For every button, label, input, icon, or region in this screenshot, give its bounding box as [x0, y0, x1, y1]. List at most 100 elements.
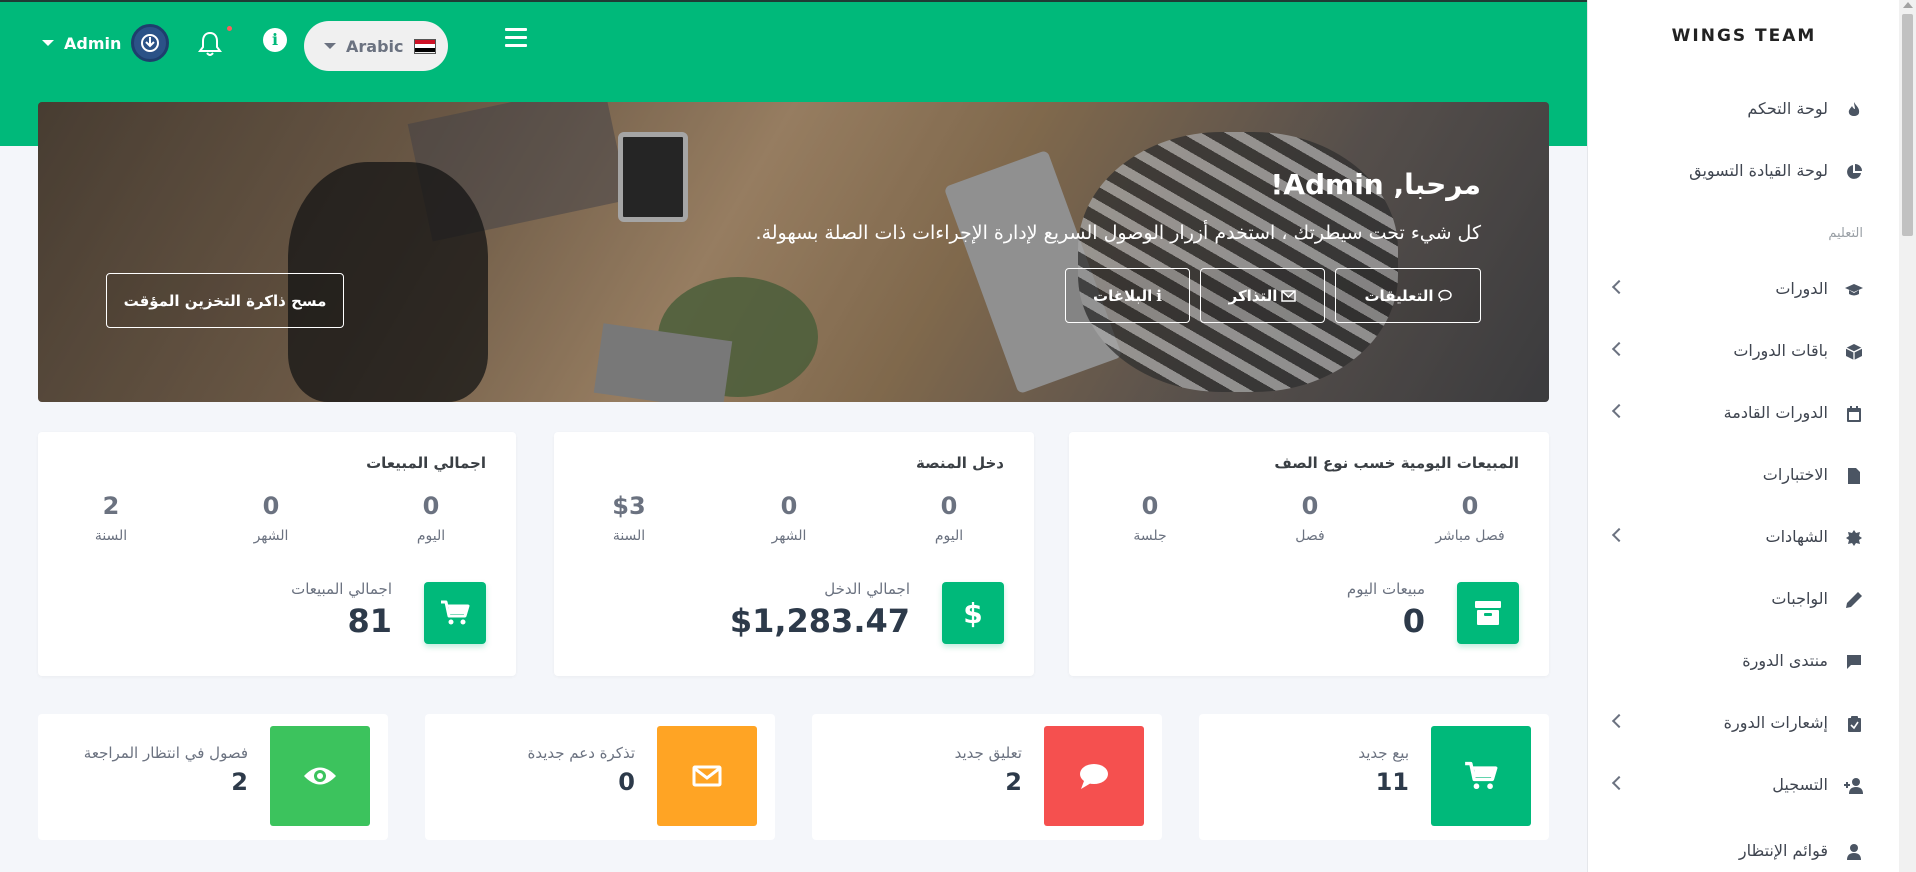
card-value: 0: [618, 768, 635, 796]
notification-dot: [227, 26, 232, 31]
stat-today: 0 اليوم: [934, 492, 964, 544]
card-value: 11: [1375, 768, 1409, 796]
today-sales-label: مبيعات اليوم: [1346, 580, 1425, 598]
pending-review-card[interactable]: فصول في انتظار المراجعة 2: [38, 714, 388, 840]
language-selector[interactable]: Arabic: [304, 21, 448, 71]
card-label: بيع جديد: [1358, 744, 1409, 762]
tickets-button[interactable]: التذاكر: [1200, 268, 1325, 323]
comment-icon: [1080, 764, 1108, 789]
card-value: 2: [231, 768, 248, 796]
sidebar-item-course-bundles[interactable]: باقات الدورات: [1588, 332, 1900, 372]
badge-icon: [1844, 528, 1864, 548]
stat-live-class: 0 فصل مباشر: [1435, 492, 1505, 544]
cart-icon: [1465, 761, 1498, 790]
cart-icon: [441, 600, 470, 625]
chevron-left-icon: [1611, 279, 1627, 295]
welcome-banner: مرحبا, Admin! كل شيء تحت سيطرتك ، استخدم…: [38, 102, 1549, 402]
archive-icon: [1475, 601, 1501, 625]
scrollbar-thumb[interactable]: [1902, 14, 1913, 236]
total-sales-label: اجمالي المبيعات: [291, 580, 392, 598]
stat-class: 0 فصل: [1295, 492, 1325, 544]
brand-title: WINGS TEAM: [1671, 26, 1817, 46]
stat-session: 0 جلسة: [1133, 492, 1167, 544]
top-navbar: Admin i Arabic: [0, 0, 1587, 100]
reports-button[interactable]: i البلاغات: [1065, 268, 1190, 323]
welcome-subtitle: كل شيء تحت سيطرتك ، استخدم أزرار الوصول …: [755, 222, 1481, 244]
cart-icon-box: [1431, 726, 1531, 826]
total-income-value: $1,283.47: [729, 602, 910, 640]
bell-icon: [198, 31, 222, 56]
card-value: 2: [1005, 768, 1022, 796]
comments-button[interactable]: التعليقات: [1335, 268, 1481, 323]
comment-icon-box: [1044, 726, 1144, 826]
pie-chart-icon: [1844, 162, 1864, 182]
dollar-icon-box: $: [942, 582, 1004, 644]
sidebar-item-certificates[interactable]: الشهادات: [1588, 518, 1900, 558]
chevron-down-icon: [324, 43, 336, 49]
envelope-icon-box: [657, 726, 757, 826]
envelope-icon: [1281, 289, 1297, 302]
chevron-down-icon: [42, 40, 54, 46]
platform-income-card: دخل المنصة 0 اليوم 0 الشهر $3 السنة $ اج…: [554, 432, 1034, 676]
chevron-left-icon: [1611, 713, 1627, 729]
box-icon: [1844, 342, 1864, 362]
sidebar-item-marketing-dashboard[interactable]: لوحة القيادة التسويق: [1588, 152, 1900, 192]
envelope-icon: [692, 765, 722, 787]
sidebar-item-enrollment[interactable]: التسجيل: [1588, 766, 1900, 806]
comment-icon: [1437, 289, 1452, 302]
chat-icon: [1844, 652, 1864, 672]
chevron-left-icon: [1611, 775, 1627, 791]
info-icon: i: [1156, 286, 1162, 305]
clear-cache-button[interactable]: مسح ذاكرة التخزين المؤقت: [106, 273, 344, 328]
info-icon: i: [271, 30, 279, 49]
hamburger-icon: [505, 28, 527, 31]
archive-icon-box: [1457, 582, 1519, 644]
eye-icon-box: [270, 726, 370, 826]
stat-year: $3 السنة: [612, 492, 646, 544]
menu-toggle-button[interactable]: [505, 28, 527, 52]
pencil-icon: [1844, 590, 1864, 610]
card-label: فصول في انتظار المراجعة: [83, 744, 248, 762]
sidebar: WINGS TEAM لوحة التحكم لوحة القيادة التس…: [1587, 0, 1899, 872]
stat-year: 2 السنة: [94, 492, 128, 544]
new-comment-card[interactable]: تعليق جديد 2: [812, 714, 1162, 840]
sidebar-item-dashboard[interactable]: لوحة التحكم: [1588, 90, 1900, 130]
daily-sales-card: المبيعات اليومية خسب نوع الصف 0 فصل مباش…: [1069, 432, 1549, 676]
sidebar-item-quizzes[interactable]: الاختبارات: [1588, 456, 1900, 496]
total-sales-value: 81: [347, 602, 392, 640]
clipboard-icon: [1844, 714, 1864, 734]
user-name: Admin: [64, 33, 122, 53]
sidebar-item-course-notices[interactable]: إشعارات الدورة: [1588, 704, 1900, 744]
stat-month: 0 الشهر: [253, 492, 289, 544]
card-label: تذكرة دعم جديدة: [527, 744, 635, 762]
card-title: اجمالي المبيعات: [366, 454, 486, 472]
chevron-left-icon: [1611, 403, 1627, 419]
chevron-left-icon: [1611, 341, 1627, 357]
card-title: دخل المنصة: [916, 454, 1004, 472]
card-label: تعليق جديد: [954, 744, 1022, 762]
new-sale-card[interactable]: بيع جديد 11: [1199, 714, 1549, 840]
fire-icon: [1844, 100, 1864, 120]
eye-icon: [304, 767, 336, 785]
total-income-label: اجمالي الدخل: [824, 580, 910, 598]
sidebar-item-courses[interactable]: الدورات: [1588, 270, 1900, 310]
scroll-up-arrow-icon[interactable]: [1903, 2, 1913, 8]
stat-month: 0 الشهر: [771, 492, 807, 544]
calendar-icon: [1844, 404, 1864, 424]
chevron-left-icon: [1611, 527, 1627, 543]
graduation-cap-icon: [1844, 280, 1864, 300]
sidebar-section-education: التعليم: [1828, 226, 1863, 241]
sidebar-item-upcoming-courses[interactable]: الدورات القادمة: [1588, 394, 1900, 434]
user-plus-icon: [1844, 776, 1864, 796]
language-label: Arabic: [346, 36, 404, 56]
card-title: المبيعات اليومية خسب نوع الصف: [1274, 454, 1519, 472]
stat-today: 0 اليوم: [416, 492, 446, 544]
info-button[interactable]: i: [263, 28, 287, 52]
dollar-icon: $: [963, 596, 983, 630]
new-ticket-card[interactable]: تذكرة دعم جديدة 0: [425, 714, 775, 840]
sidebar-item-course-forum[interactable]: منتدى الدورة: [1588, 642, 1900, 682]
sidebar-item-assignments[interactable]: الواجبات: [1588, 580, 1900, 620]
notifications-button[interactable]: [197, 30, 223, 62]
user-menu[interactable]: Admin: [42, 24, 170, 62]
sidebar-item-waitlists[interactable]: قوائم الإنتظار: [1588, 832, 1900, 872]
